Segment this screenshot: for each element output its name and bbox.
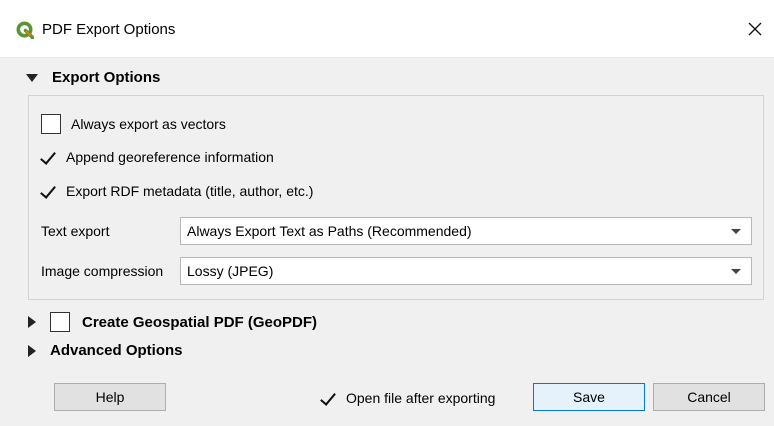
always-export-vectors-checkbox[interactable]: Always export as vectors bbox=[41, 114, 226, 134]
cancel-button-label: Cancel bbox=[687, 389, 731, 405]
geopdf-checkbox[interactable] bbox=[50, 312, 70, 332]
close-icon bbox=[748, 22, 762, 36]
image-compression-value: Lossy (JPEG) bbox=[187, 263, 274, 279]
export-options-group: Always export as vectors Append georefer… bbox=[28, 95, 764, 300]
text-export-value: Always Export Text as Paths (Recommended… bbox=[187, 223, 472, 239]
save-button[interactable]: Save bbox=[533, 383, 645, 411]
checkbox-checked[interactable] bbox=[41, 184, 56, 199]
image-compression-label: Image compression bbox=[41, 263, 164, 279]
export-rdf-metadata-checkbox[interactable]: Export RDF metadata (title, author, etc.… bbox=[41, 182, 313, 200]
checkbox-unchecked[interactable] bbox=[41, 114, 61, 134]
chevron-down-icon bbox=[731, 269, 741, 274]
export-rdf-metadata-label: Export RDF metadata (title, author, etc.… bbox=[66, 183, 314, 199]
save-button-label: Save bbox=[573, 389, 605, 405]
expand-arrow-icon bbox=[28, 316, 36, 328]
help-button[interactable]: Help bbox=[54, 383, 166, 411]
checkbox-checked[interactable] bbox=[321, 391, 336, 406]
title-bar: PDF Export Options bbox=[0, 0, 774, 58]
open-after-exporting-checkbox[interactable]: Open file after exporting bbox=[321, 389, 495, 407]
append-georeference-label: Append georeference information bbox=[66, 149, 274, 165]
export-options-header[interactable]: Export Options bbox=[26, 65, 160, 89]
advanced-options-header[interactable]: Advanced Options bbox=[28, 342, 183, 359]
open-after-exporting-label: Open file after exporting bbox=[346, 390, 496, 406]
checkbox-checked[interactable] bbox=[41, 150, 56, 165]
always-export-vectors-label: Always export as vectors bbox=[71, 116, 226, 132]
export-options-title: Export Options bbox=[52, 68, 161, 86]
cancel-button[interactable]: Cancel bbox=[653, 383, 765, 411]
append-georeference-checkbox[interactable]: Append georeference information bbox=[41, 148, 274, 166]
advanced-options-title: Advanced Options bbox=[50, 342, 183, 359]
qgis-icon bbox=[16, 21, 34, 39]
text-export-select[interactable]: Always Export Text as Paths (Recommended… bbox=[180, 217, 752, 245]
text-export-label: Text export bbox=[41, 223, 110, 239]
help-button-label: Help bbox=[95, 389, 125, 405]
window-title: PDF Export Options bbox=[42, 21, 176, 38]
pdf-export-options-dialog: PDF Export Options Export Options Always… bbox=[0, 0, 774, 426]
geopdf-title: Create Geospatial PDF (GeoPDF) bbox=[82, 313, 318, 331]
close-button[interactable] bbox=[740, 14, 770, 44]
expand-arrow-icon bbox=[28, 344, 36, 357]
image-compression-select[interactable]: Lossy (JPEG) bbox=[180, 257, 752, 285]
geopdf-header[interactable]: Create Geospatial PDF (GeoPDF) bbox=[28, 312, 317, 332]
expand-arrow-icon bbox=[26, 74, 38, 82]
chevron-down-icon bbox=[731, 229, 741, 234]
